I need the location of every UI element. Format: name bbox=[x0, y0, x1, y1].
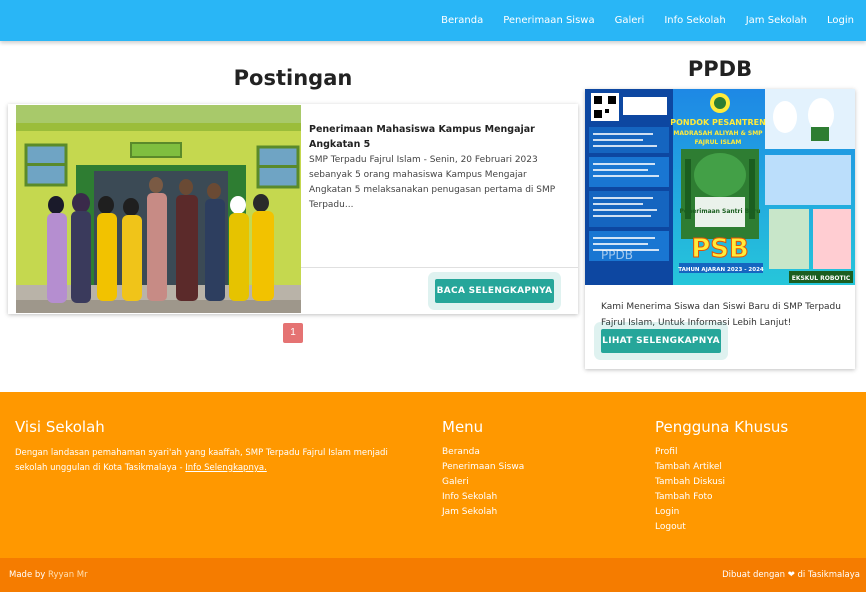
visi-title: Visi Sekolah bbox=[15, 418, 105, 436]
footer-user: Pengguna Khusus Profil Tambah Artikel Ta… bbox=[655, 418, 788, 535]
visi-link[interactable]: Info Selengkapnya. bbox=[185, 463, 267, 473]
read-more-button[interactable]: BACA SELENGKAPNYA bbox=[435, 279, 554, 303]
post-divider bbox=[301, 267, 578, 268]
author-link[interactable]: Ryyan Mr bbox=[48, 570, 88, 580]
footer-menu-galeri[interactable]: Galeri bbox=[442, 475, 524, 490]
post-photo[interactable] bbox=[16, 105, 301, 313]
ppdb-heading: PPDB bbox=[687, 57, 753, 81]
nav-info-sekolah[interactable]: Info Sekolah bbox=[664, 15, 725, 26]
footer-user-logout[interactable]: Logout bbox=[655, 520, 788, 535]
user-title: Pengguna Khusus bbox=[655, 418, 789, 436]
poster-psb: PSB bbox=[691, 234, 749, 264]
nav-links: Beranda Penerimaan Siswa Galeri Info Sek… bbox=[421, 0, 854, 41]
ppdb-card: PONDOK PESANTREN MADRASAH ALIYAH & SMP F… bbox=[585, 89, 855, 369]
made-by: Made by Ryyan Mr bbox=[9, 570, 88, 580]
made-with: Dibuat dengan ❤ di Tasikmalaya bbox=[722, 570, 860, 580]
nav-jam-sekolah[interactable]: Jam Sekolah bbox=[746, 15, 807, 26]
nav-login[interactable]: Login bbox=[827, 15, 854, 26]
nav-beranda[interactable]: Beranda bbox=[441, 15, 483, 26]
post-title[interactable]: Penerimaan Mahasiswa Kampus Mengajar Ang… bbox=[309, 122, 564, 152]
poster-subtitle: Penerimaan Santri Baru bbox=[680, 208, 761, 215]
poster-title-1: PONDOK PESANTREN bbox=[670, 118, 766, 127]
visi-text: Dengan landasan pemahaman syari'ah yang … bbox=[15, 446, 415, 476]
poster-title-3: FAJRUL ISLAM bbox=[695, 139, 742, 146]
poster-badge: EKSKUL ROBOTIC bbox=[792, 275, 851, 282]
poster-year: TAHUN AJARAN 2023 - 2024 bbox=[678, 267, 764, 273]
pagination-page[interactable]: 1 bbox=[283, 323, 303, 343]
footer-menu: Menu Beranda Penerimaan Siswa Galeri Inf… bbox=[442, 418, 524, 520]
footer-bottom: Made by Ryyan Mr Dibuat dengan ❤ di Tasi… bbox=[0, 558, 866, 592]
footer-menu-penerimaan-siswa[interactable]: Penerimaan Siswa bbox=[442, 460, 524, 475]
posts-heading: Postingan bbox=[233, 66, 353, 90]
footer-visi: Visi Sekolah Dengan landasan pemahaman s… bbox=[15, 418, 415, 476]
footer: Visi Sekolah Dengan landasan pemahaman s… bbox=[0, 392, 866, 558]
footer-user-tambah-diskusi[interactable]: Tambah Diskusi bbox=[655, 475, 788, 490]
nav-galeri[interactable]: Galeri bbox=[615, 15, 645, 26]
ppdb-poster[interactable]: PONDOK PESANTREN MADRASAH ALIYAH & SMP F… bbox=[585, 89, 855, 285]
post-body: Penerimaan Mahasiswa Kampus Mengajar Ang… bbox=[309, 122, 564, 213]
poster-title-2: MADRASAH ALIYAH & SMP bbox=[673, 130, 763, 137]
footer-user-profil[interactable]: Profil bbox=[655, 445, 788, 460]
footer-menu-beranda[interactable]: Beranda bbox=[442, 445, 524, 460]
ppdb-description: Kami Menerima Siswa dan Siswi Baru di SM… bbox=[601, 302, 841, 328]
footer-user-login[interactable]: Login bbox=[655, 505, 788, 520]
made-by-prefix: Made by bbox=[9, 570, 46, 580]
menu-title: Menu bbox=[442, 418, 484, 436]
nav-penerimaan-siswa[interactable]: Penerimaan Siswa bbox=[503, 15, 594, 26]
footer-user-tambah-foto[interactable]: Tambah Foto bbox=[655, 490, 788, 505]
navbar: Beranda Penerimaan Siswa Galeri Info Sek… bbox=[0, 0, 866, 41]
poster-watermark: PPDB bbox=[601, 248, 633, 262]
post-excerpt: SMP Terpadu Fajrul Islam - Senin, 20 Feb… bbox=[309, 155, 556, 210]
footer-menu-info-sekolah[interactable]: Info Sekolah bbox=[442, 490, 524, 505]
footer-menu-jam-sekolah[interactable]: Jam Sekolah bbox=[442, 505, 524, 520]
footer-user-tambah-artikel[interactable]: Tambah Artikel bbox=[655, 460, 788, 475]
see-more-button[interactable]: LIHAT SELENGKAPNYA bbox=[601, 329, 721, 353]
